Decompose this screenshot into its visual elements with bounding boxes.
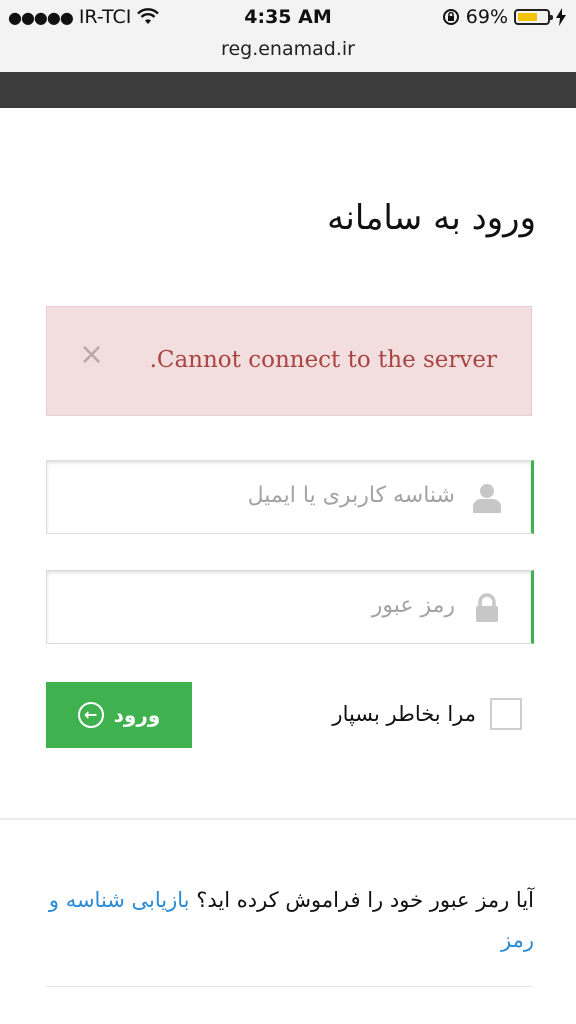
remember-checkbox[interactable] xyxy=(490,698,522,730)
address-bar[interactable]: reg.enamad.ir xyxy=(0,38,576,60)
battery-icon xyxy=(514,9,553,25)
username-placeholder: شناسه کاربری یا ایمیل xyxy=(247,483,455,508)
remember-me[interactable]: مرا بخاطر بسپار xyxy=(332,698,522,730)
divider xyxy=(0,818,576,820)
alert-message: .Cannot connect to the server xyxy=(149,347,497,373)
error-alert: × .Cannot connect to the server xyxy=(46,306,532,416)
charging-icon xyxy=(556,8,566,26)
password-field[interactable]: رمز عبور xyxy=(46,570,534,644)
site-header-bar xyxy=(0,72,576,108)
user-icon xyxy=(473,484,501,513)
login-button[interactable]: ← ورود xyxy=(46,682,192,748)
password-placeholder: رمز عبور xyxy=(371,593,455,618)
lock-icon xyxy=(476,593,498,622)
login-label: ورود xyxy=(113,703,161,727)
arrow-left-icon: ← xyxy=(77,702,104,728)
username-field[interactable]: شناسه کاربری یا ایمیل xyxy=(46,460,534,534)
battery-percent: 69% xyxy=(465,6,508,28)
status-bar: ●●●●● IR-TCI 4:35 AM 69% xyxy=(0,6,576,32)
remember-label: مرا بخاطر بسپار xyxy=(332,702,476,726)
forgot-password: آیا رمز عبور خود را فراموش کرده اید؟ باز… xyxy=(46,880,534,960)
close-icon[interactable]: × xyxy=(79,337,104,372)
browser-top: ●●●●● IR-TCI 4:35 AM 69% reg.enamad.ir xyxy=(0,0,576,72)
forgot-text: آیا رمز عبور خود را فراموش کرده اید؟ xyxy=(196,888,534,912)
rotation-lock-icon xyxy=(442,9,459,25)
page-title: ورود به سامانه xyxy=(327,198,536,238)
divider-bottom xyxy=(46,986,532,987)
